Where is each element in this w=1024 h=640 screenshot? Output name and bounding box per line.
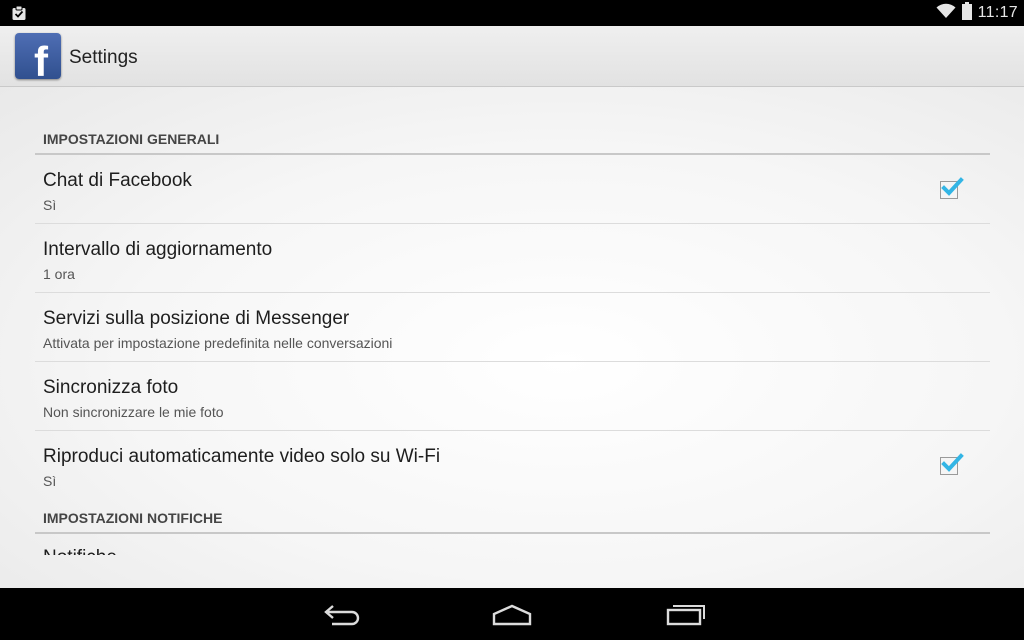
section-header-label: IMPOSTAZIONI GENERALI (43, 131, 220, 147)
pref-summary: Non sincronizzare le mie foto (43, 404, 224, 420)
status-icons: 11:17 (936, 1, 1018, 25)
pref-title: Chat di Facebook (43, 170, 192, 191)
home-button[interactable] (490, 600, 534, 628)
checkmark-icon (941, 177, 964, 196)
pref-autoplay-wifi[interactable]: Riproduci automaticamente video solo su … (35, 432, 990, 500)
pref-summary: Sì (43, 197, 57, 213)
status-bar: 11:17 (0, 0, 1024, 26)
home-icon (492, 604, 532, 626)
checkmark-icon (941, 453, 964, 472)
facebook-logo-letter: f (34, 38, 48, 80)
action-bar: f Settings (0, 26, 1024, 87)
navigation-bar (0, 588, 1024, 640)
section-header-label: IMPOSTAZIONI NOTIFICHE (43, 510, 223, 526)
pref-facebook-chat[interactable]: Chat di Facebook Sì (35, 156, 990, 224)
battery-icon (961, 1, 972, 25)
pref-sync-photos[interactable]: Sincronizza foto Non sincronizzare le mi… (35, 363, 990, 431)
pref-refresh-interval[interactable]: Intervallo di aggiornamento 1 ora (35, 225, 990, 293)
facebook-chat-checkbox[interactable] (940, 177, 964, 199)
settings-list[interactable]: IMPOSTAZIONI GENERALI Chat di Facebook S… (0, 87, 1024, 588)
facebook-app-icon[interactable]: f (15, 33, 61, 79)
section-header-general: IMPOSTAZIONI GENERALI (35, 123, 990, 155)
section-header-notifications: IMPOSTAZIONI NOTIFICHE (35, 502, 990, 534)
clipboard-check-icon (11, 5, 27, 21)
recent-apps-button[interactable] (664, 600, 708, 628)
back-button[interactable] (318, 600, 362, 628)
recent-apps-icon (666, 605, 705, 626)
pref-title: Sincronizza foto (43, 377, 179, 398)
pref-title: Servizi sulla posizione di Messenger (43, 308, 350, 329)
page-title: Settings (69, 47, 138, 68)
status-time: 11:17 (977, 4, 1018, 21)
pref-messenger-location[interactable]: Servizi sulla posizione di Messenger Att… (35, 294, 990, 362)
back-arrow-icon (324, 605, 360, 626)
pref-notifications-title[interactable]: Notifiche (43, 547, 117, 555)
autoplay-wifi-checkbox[interactable] (940, 453, 964, 475)
wifi-icon (936, 3, 956, 24)
pref-title: Intervallo di aggiornamento (43, 239, 273, 260)
pref-title: Riproduci automaticamente video solo su … (43, 446, 441, 467)
pref-summary: Sì (43, 473, 57, 489)
pref-summary: Attivata per impostazione predefinita ne… (43, 335, 393, 351)
pref-summary: 1 ora (43, 266, 75, 282)
